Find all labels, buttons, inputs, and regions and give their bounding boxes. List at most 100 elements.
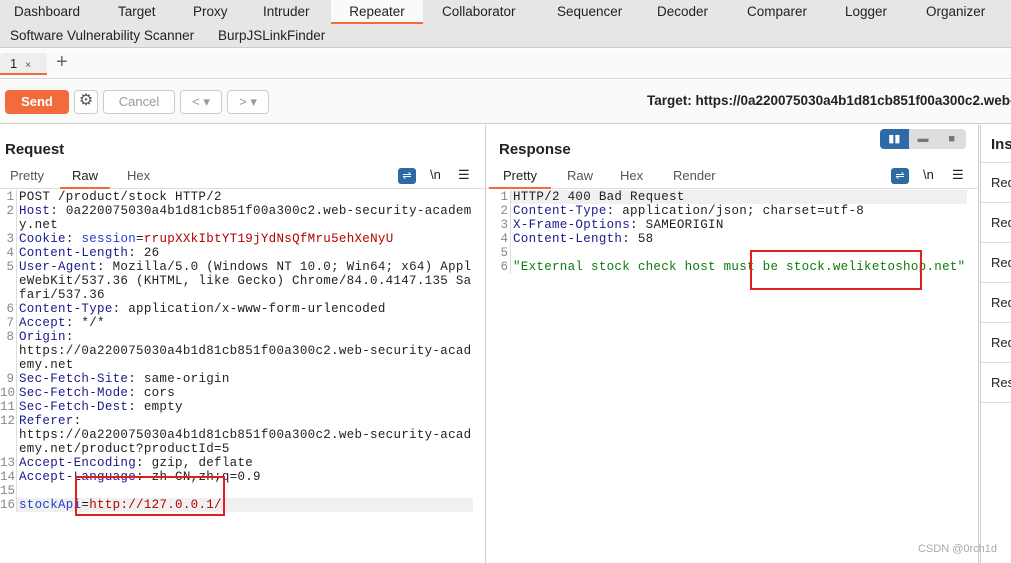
header-value: 26 xyxy=(136,246,160,260)
header-value: application/x-www-form-urlencoded xyxy=(120,302,386,316)
nav-tab-comparer[interactable]: Comparer xyxy=(747,0,807,24)
tab-hex[interactable]: Hex xyxy=(620,168,643,189)
header-name: Content-Length xyxy=(513,232,623,246)
nav-tab-collaborator[interactable]: Collaborator xyxy=(442,0,516,24)
chevron-right-icon: > xyxy=(239,94,247,109)
chevron-left-icon: < xyxy=(192,94,200,109)
inspector-section[interactable]: Req xyxy=(981,163,1011,203)
inspector-section[interactable]: Res xyxy=(981,363,1011,403)
header-name: Accept xyxy=(19,316,66,330)
editor-line: 1 POST /product/stock HTTP/2 xyxy=(0,190,485,204)
watermark: CSDN @0rch1d xyxy=(917,543,997,555)
response-view-tabs: Pretty Raw Hex Render ⇌ \n ☰ xyxy=(487,165,978,189)
line-number: 9 xyxy=(0,372,17,386)
header-name: Host xyxy=(19,204,51,218)
response-title: Response xyxy=(499,141,571,158)
newline-icon[interactable]: \n xyxy=(430,167,441,182)
line-number: 5 xyxy=(494,246,511,260)
nav-tab-logger[interactable]: Logger xyxy=(845,0,887,24)
request-editor[interactable]: 1 POST /product/stock HTTP/2 2 Host: 0a2200… xyxy=(0,190,485,563)
header-name: Sec-Fetch-Dest xyxy=(19,400,129,414)
line-text: Cookie: session=rrupXXkIbtYT19jYdNsQfMru… xyxy=(19,232,394,246)
back-button[interactable]: < ▾ xyxy=(180,90,222,114)
line-text: Sec-Fetch-Site: same-origin xyxy=(19,372,230,386)
tab-raw[interactable]: Raw xyxy=(567,168,593,189)
line-text: Content-Type: application/json; charset=… xyxy=(513,204,865,218)
editor-line: 6 Content-Type: application/x-www-form-ur… xyxy=(0,302,485,316)
header-name: Referer xyxy=(19,414,74,428)
send-button[interactable]: Send xyxy=(5,90,69,114)
tab-render[interactable]: Render xyxy=(673,168,716,189)
line-number: 4 xyxy=(494,232,511,246)
split-horizontal-icon[interactable]: ▮▮ xyxy=(880,129,909,149)
response-editor[interactable]: 1 HTTP/2 400 Bad Request 2 Content-Type: ap… xyxy=(494,190,978,563)
response-pane: ▮▮ ▬ ■ Response Pretty Raw Hex Render ⇌ … xyxy=(487,125,979,563)
cookie-value: rrupXXkIbtYT19jYdNsQfMru5ehXeNyU xyxy=(143,232,394,246)
line-number: 6 xyxy=(0,302,17,316)
add-tab-icon[interactable]: + xyxy=(56,51,68,74)
nav-tab-organizer[interactable]: Organizer xyxy=(926,0,985,24)
toolbar: Send ⚙ Cancel < ▾ > ▾ Target: https://0a… xyxy=(0,80,1011,124)
newline-icon[interactable]: \n xyxy=(923,167,934,182)
nav-tab-target[interactable]: Target xyxy=(118,0,156,24)
wrap-lines-icon[interactable]: ⇌ xyxy=(891,168,909,184)
nav-tab-dashboard[interactable]: Dashboard xyxy=(14,0,80,24)
nav-tab-extension[interactable]: Software Vulnerability Scanner xyxy=(10,24,194,48)
inspector-section[interactable]: Req xyxy=(981,323,1011,363)
nav-tab-proxy[interactable]: Proxy xyxy=(193,0,228,24)
header-value: 58 xyxy=(630,232,654,246)
editor-line: 4 Content-Length: 26 xyxy=(0,246,485,260)
tab-pretty[interactable]: Pretty xyxy=(489,168,551,189)
single-pane-icon[interactable]: ■ xyxy=(937,129,966,149)
menu-icon[interactable]: ☰ xyxy=(458,167,470,183)
nav-tab-intruder[interactable]: Intruder xyxy=(263,0,310,24)
line-number: 3 xyxy=(0,232,17,246)
target-label[interactable]: Target: https://0a220075030a4b1d81cb851f… xyxy=(647,93,1011,108)
nav-tab-extension[interactable]: BurpJSLinkFinder xyxy=(218,24,325,48)
cookie-name: session xyxy=(81,232,137,246)
menu-icon[interactable]: ☰ xyxy=(952,167,964,183)
nav-tab-repeater[interactable]: Repeater xyxy=(331,0,423,24)
inspector-section[interactable]: Req xyxy=(981,283,1011,323)
header-value: 0a220075030a4b1d81cb851f00a300c2.web-sec… xyxy=(19,204,472,232)
line-text: Content-Length: 58 xyxy=(513,232,654,246)
inspector-title: Ins xyxy=(981,125,1011,163)
split-vertical-icon[interactable]: ▬ xyxy=(909,129,938,149)
tab-hex[interactable]: Hex xyxy=(127,168,150,189)
line-number: 2 xyxy=(0,204,17,232)
line-text: POST /product/stock HTTP/2 xyxy=(17,190,473,204)
tab-raw[interactable]: Raw xyxy=(60,168,111,189)
repeater-tabs: 1 × + xyxy=(0,49,1011,79)
header-name: Content-Type xyxy=(513,204,607,218)
line-number: 6 xyxy=(494,260,511,274)
editor-line: 13 Accept-Encoding: gzip, deflate xyxy=(0,456,485,470)
header-value: empty xyxy=(136,400,183,414)
close-icon[interactable]: × xyxy=(25,60,31,71)
highlight-box xyxy=(75,476,225,516)
line-text: Host: 0a220075030a4b1d81cb851f00a300c2.w… xyxy=(19,204,472,232)
line-number: 1 xyxy=(494,190,511,204)
tab-1[interactable]: 1 × xyxy=(0,53,47,75)
header-value: same-origin xyxy=(136,372,230,386)
forward-button[interactable]: > ▾ xyxy=(227,90,269,114)
wrap-lines-icon[interactable]: ⇌ xyxy=(398,168,416,184)
cancel-button[interactable]: Cancel xyxy=(103,90,175,114)
editor-line: 12 Referer: https://0a220075030a4b1d81cb8… xyxy=(0,414,485,456)
line-number: 3 xyxy=(494,218,511,232)
inspector-section[interactable]: Req xyxy=(981,243,1011,283)
line-number: 1 xyxy=(0,190,17,204)
nav-tab-sequencer[interactable]: Sequencer xyxy=(557,0,622,24)
editor-line: 1 HTTP/2 400 Bad Request xyxy=(494,190,978,204)
line-number: 2 xyxy=(494,204,511,218)
inspector-section[interactable]: Req xyxy=(981,203,1011,243)
line-number: 8 xyxy=(0,330,17,372)
tab-pretty[interactable]: Pretty xyxy=(10,168,44,189)
nav-tab-decoder[interactable]: Decoder xyxy=(657,0,708,24)
line-number: 7 xyxy=(0,316,17,330)
gear-icon[interactable]: ⚙ xyxy=(74,90,98,114)
editor-line: 3 Cookie: session=rrupXXkIbtYT19jYdNsQfMr… xyxy=(0,232,485,246)
header-value: gzip, deflate xyxy=(143,456,254,470)
header-name: Sec-Fetch-Mode xyxy=(19,386,129,400)
main-nav: Dashboard Target Proxy Intruder Repeater Coll… xyxy=(0,0,1011,48)
header-name: Content-Length xyxy=(19,246,129,260)
